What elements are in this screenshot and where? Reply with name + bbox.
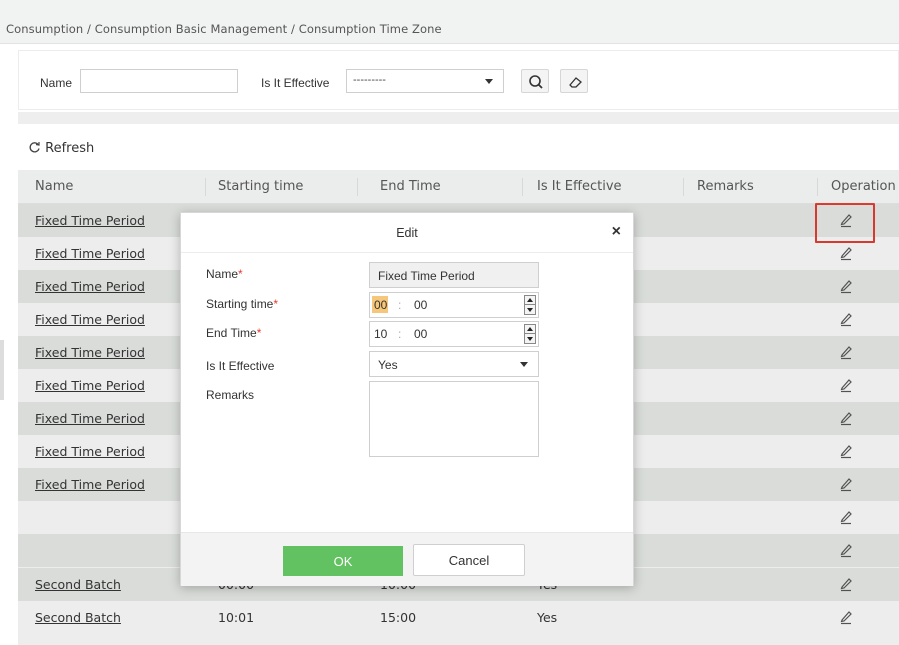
column-header-end-time[interactable]: End Time — [380, 179, 441, 194]
column-divider — [683, 178, 684, 196]
edit-dialog: Edit × Name* Fixed Time Period Starting … — [180, 212, 634, 586]
left-panel-edge — [0, 340, 4, 400]
end-minute[interactable]: 00 — [414, 327, 427, 341]
starting-time-input[interactable]: 00 : 00 — [369, 292, 539, 318]
column-divider — [357, 178, 358, 196]
dialog-header: Edit × — [181, 213, 633, 253]
name-field-value: Fixed Time Period — [378, 269, 475, 283]
spin-down-icon[interactable] — [527, 337, 533, 341]
required-mark: * — [256, 326, 262, 340]
clear-button[interactable] — [560, 69, 588, 93]
column-header-name[interactable]: Name — [35, 179, 73, 194]
time-spinner[interactable] — [524, 295, 536, 315]
end-time-label: End Time* — [206, 326, 261, 340]
breadcrumb: Consumption / Consumption Basic Manageme… — [0, 0, 899, 44]
remarks-label: Remarks — [206, 388, 255, 402]
search-name-label: Name — [40, 76, 73, 90]
dialog-footer: OK Cancel — [181, 532, 633, 586]
column-divider — [205, 178, 206, 196]
spin-down-icon[interactable] — [527, 308, 533, 312]
section-divider — [18, 112, 899, 124]
refresh-icon — [29, 142, 40, 153]
name-field[interactable]: Fixed Time Period — [369, 262, 539, 288]
start-minute[interactable]: 00 — [414, 298, 427, 312]
effective-select[interactable]: Yes — [369, 351, 539, 377]
required-mark: * — [238, 267, 243, 281]
spin-up-icon[interactable] — [527, 327, 533, 331]
column-divider — [817, 178, 818, 196]
effective-label: Is It Effective — [206, 359, 275, 373]
search-effective-value: --------- — [353, 74, 386, 86]
name-field-label: Name* — [206, 267, 243, 281]
chevron-down-icon — [485, 79, 493, 84]
search-effective-label: Is It Effective — [261, 76, 330, 90]
column-divider — [522, 178, 523, 196]
spinner-divider — [525, 333, 535, 334]
page: Consumption / Consumption Basic Manageme… — [0, 0, 899, 645]
remarks-textarea[interactable] — [369, 381, 539, 457]
end-time-input[interactable]: 10 : 00 — [369, 321, 539, 347]
column-header-remarks[interactable]: Remarks — [697, 179, 754, 194]
end-time-label-text: End Time — [206, 326, 257, 340]
dialog-title: Edit — [396, 226, 418, 240]
effective-select-value: Yes — [378, 358, 398, 372]
ok-button[interactable]: OK — [283, 546, 403, 576]
spinner-divider — [525, 304, 535, 305]
start-hour[interactable]: 00 — [374, 298, 387, 312]
cancel-button[interactable]: Cancel — [413, 544, 525, 576]
refresh-label: Refresh — [45, 141, 95, 156]
chevron-down-icon — [520, 362, 528, 367]
table-header — [18, 170, 899, 204]
search-icon — [529, 75, 543, 89]
time-separator: : — [398, 298, 402, 312]
column-header-operation: Operation — [831, 179, 896, 194]
end-hour[interactable]: 10 — [374, 327, 387, 341]
close-icon[interactable]: × — [612, 223, 621, 241]
required-mark: * — [273, 297, 279, 311]
starting-time-label: Starting time* — [206, 297, 278, 311]
search-name-input[interactable] — [80, 69, 238, 93]
refresh-button[interactable]: Refresh — [28, 141, 94, 156]
starting-time-label-text: Starting time — [206, 297, 274, 311]
search-button[interactable] — [521, 69, 549, 93]
eraser-icon — [569, 77, 582, 88]
column-header-effective[interactable]: Is It Effective — [537, 179, 622, 194]
spin-up-icon[interactable] — [527, 298, 533, 302]
table-toolbar — [18, 124, 899, 170]
time-spinner[interactable] — [524, 324, 536, 344]
search-effective-select[interactable]: --------- — [346, 69, 504, 93]
time-separator: : — [398, 327, 402, 341]
column-header-starting-time[interactable]: Starting time — [218, 179, 303, 194]
name-label-text: Name — [206, 267, 239, 281]
